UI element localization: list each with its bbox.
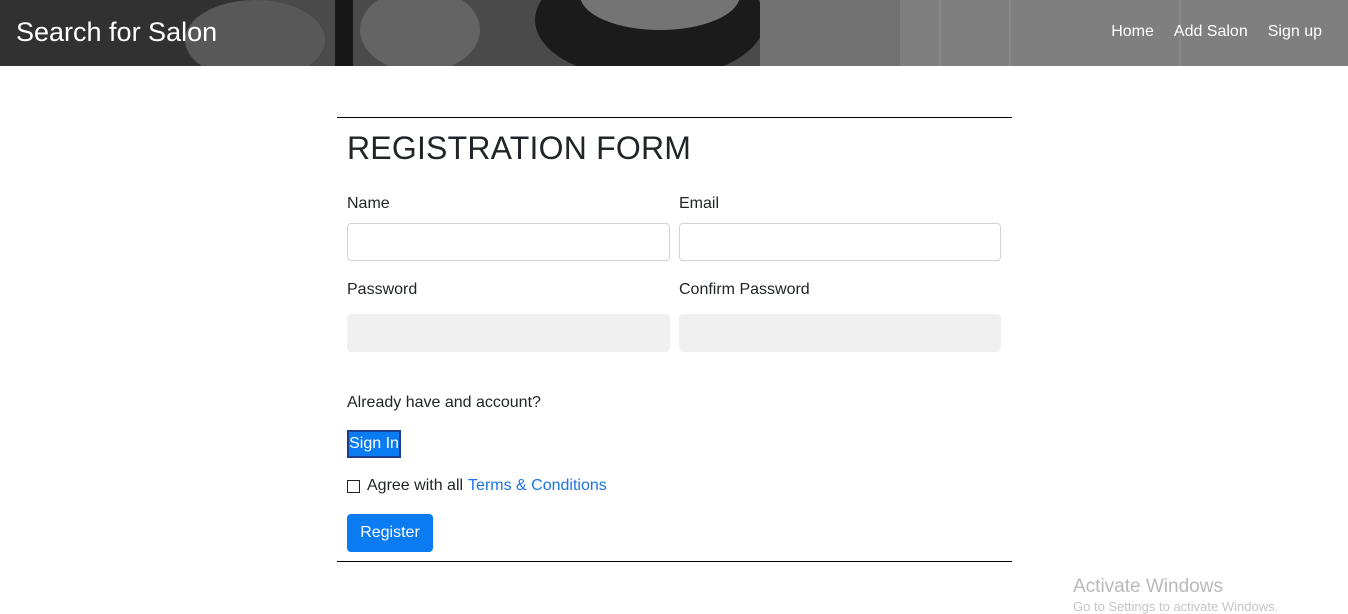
agree-text: Agree with all [367, 477, 464, 494]
nav-add-salon-link[interactable]: Add Salon [1174, 22, 1248, 42]
password-input[interactable] [347, 314, 670, 352]
name-input[interactable] [347, 223, 670, 261]
confirm-password-input[interactable] [679, 314, 1001, 352]
account-prompt: Already have and account? [347, 394, 541, 411]
terms-conditions-link[interactable]: Terms & Conditions [468, 476, 607, 496]
email-label: Email [679, 195, 720, 212]
nav-home-link[interactable]: Home [1111, 22, 1154, 42]
password-label: Password [347, 281, 418, 298]
nav-sign-up-link[interactable]: Sign up [1268, 22, 1322, 42]
brand-title[interactable]: Search for Salon [16, 15, 217, 49]
terms-agreement-row: Agree with all Terms & Conditions [347, 476, 607, 496]
top-nav: Home Add Salon Sign up [1111, 22, 1322, 42]
email-input[interactable] [679, 223, 1001, 261]
confirm-password-label: Confirm Password [679, 281, 810, 298]
terms-checkbox[interactable] [347, 479, 360, 493]
register-button[interactable]: Register [347, 514, 433, 552]
registration-form: REGISTRATION FORM Name Email Password Co… [337, 117, 1012, 562]
activate-windows-title: Activate Windows [1073, 576, 1223, 597]
name-label: Name [347, 195, 390, 212]
header-banner: Search for Salon Home Add Salon Sign up [0, 0, 1348, 66]
activate-windows-subtitle: Go to Settings to activate Windows. [1073, 599, 1279, 614]
form-title: REGISTRATION FORM [347, 130, 692, 166]
sign-in-button[interactable]: Sign In [347, 430, 401, 458]
